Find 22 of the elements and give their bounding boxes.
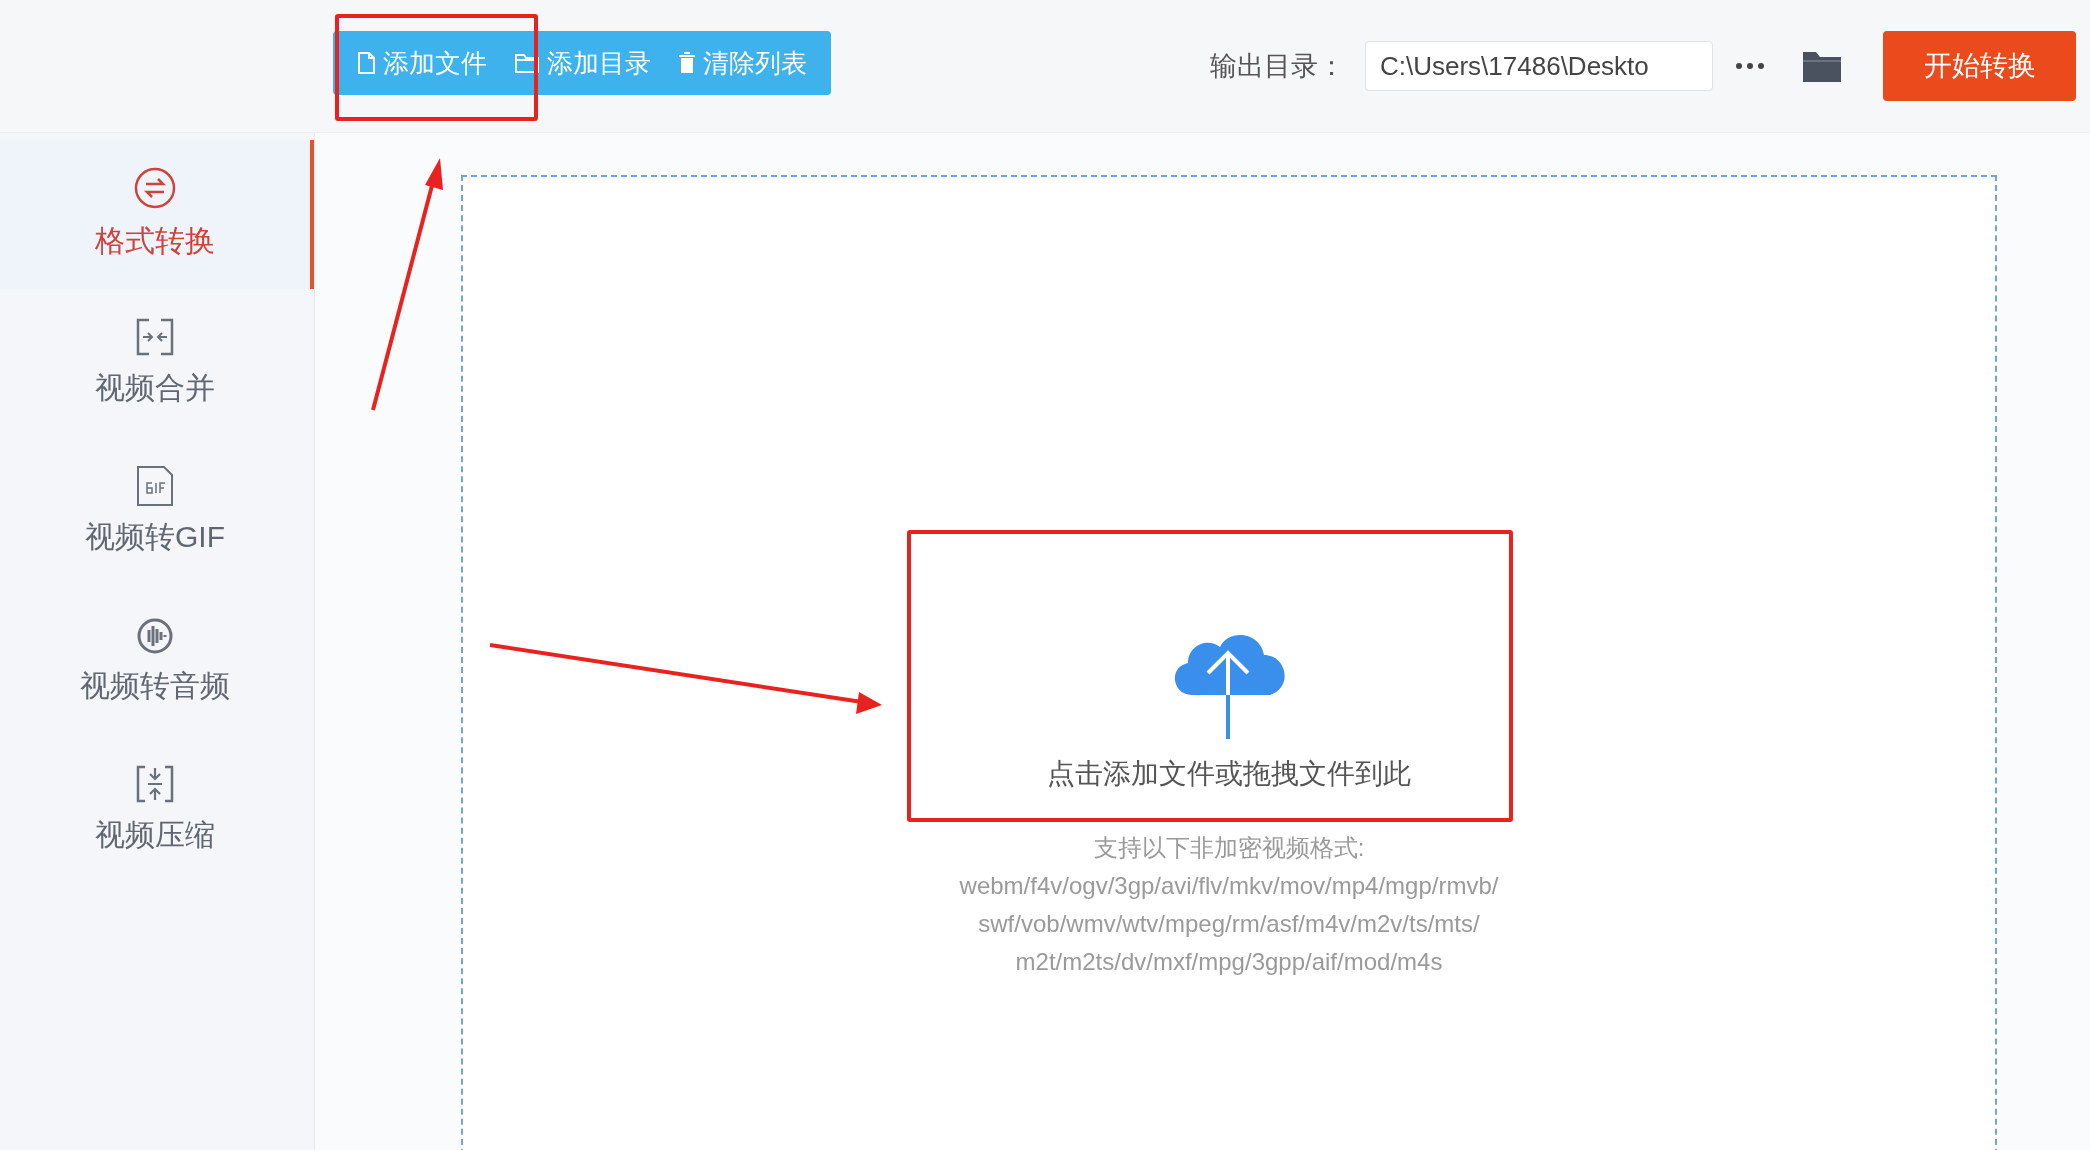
sidebar-item[interactable]: 视频转GIF [0, 438, 314, 587]
formats-line: webm/f4v/ogv/3gp/avi/flv/mkv/mov/mp4/mgp/rmvb/ [958, 871, 1500, 901]
file-icon [357, 52, 375, 74]
merge-icon [135, 317, 175, 357]
sidebar-item[interactable]: 视频合并 [0, 289, 314, 438]
drop-prompt: 点击添加文件或拖拽文件到此 [1046, 757, 1412, 791]
start-convert-button[interactable]: 开始转换 [1883, 31, 2076, 101]
folder-icon [515, 53, 539, 73]
sidebar-item[interactable]: 格式转换 [0, 140, 314, 289]
sidebar-item[interactable]: 视频压缩 [0, 736, 314, 885]
swap-icon [133, 166, 177, 210]
formats-line: swf/vob/wmv/wtv/mpeg/rm/asf/m4v/m2v/ts/mts/ [977, 909, 1481, 939]
formats-line: m2t/m2ts/dv/mxf/mpg/3gpp/aif/mod/m4s [1014, 947, 1444, 977]
gif-file-icon [136, 466, 174, 506]
trash-icon [679, 52, 695, 74]
output-path-field[interactable]: C:\Users\17486\Deskto [1365, 41, 1713, 91]
formats-title: 支持以下非加密视频格式: [1092, 833, 1366, 863]
more-icon[interactable] [1735, 62, 1765, 70]
compress-icon [135, 764, 175, 804]
sidebar-item[interactable]: 视频转音频 [0, 587, 314, 736]
drop-zone[interactable]: 点击添加文件或拖拽文件到此 支持以下非加密视频格式: webm/f4v/ogv/3gp/avi/flv/mkv/mov/mp4/mgp/rmvb/ swf/vob/wmv/wtv/mpeg/rm/asf/m4v/m2v/ts/mts/ m2t/m2ts/dv/mxf/mpg/3gpp/aif/mod/m4s [461, 175, 1997, 1150]
output-label: 输出目录： [1210, 49, 1345, 83]
